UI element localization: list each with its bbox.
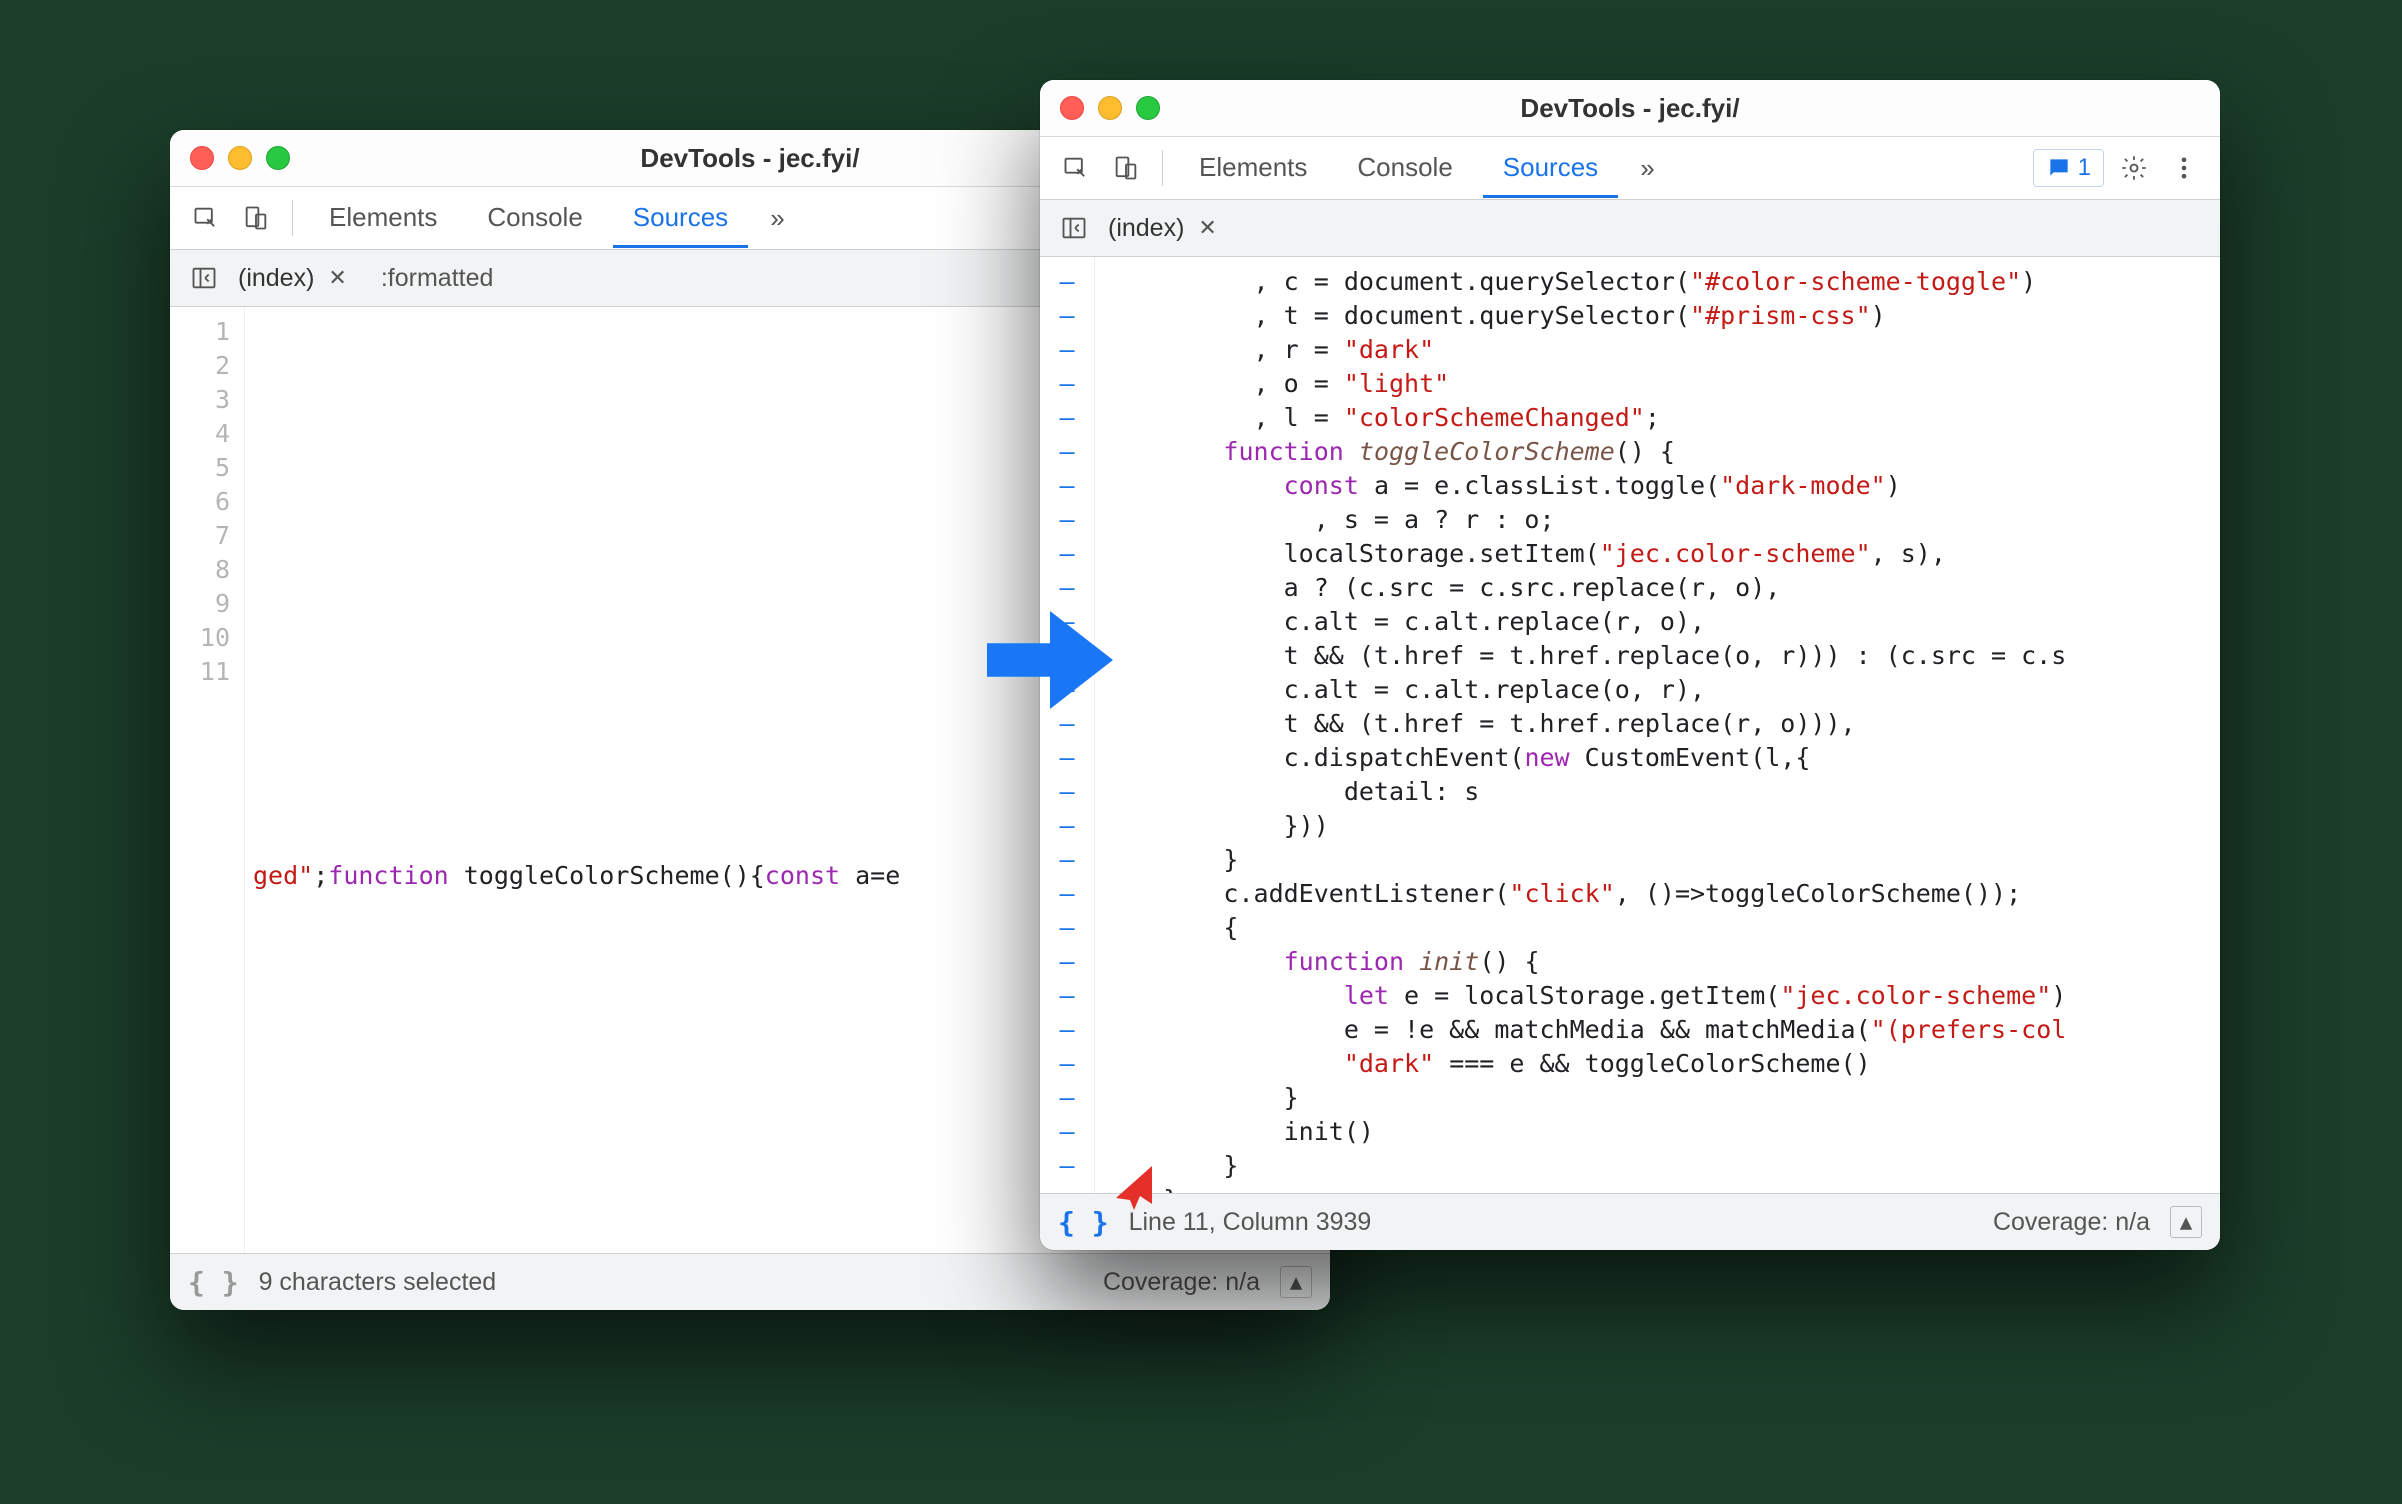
window-title: DevTools - jec.fyi/ [1040,93,2220,124]
code-line[interactable]: , r = "dark" [1103,333,2220,367]
code-line[interactable]: } [1103,843,2220,877]
status-bar: { } 9 characters selected Coverage: n/a … [170,1253,1330,1310]
code-line[interactable]: c.alt = c.alt.replace(o, r), [1103,673,2220,707]
code-line[interactable]: detail: s [1103,775,2220,809]
code-line[interactable]: { [1103,911,2220,945]
code-line[interactable]: c.addEventListener("click", ()=>toggleCo… [1103,877,2220,911]
annotation-arrow-pointer [1110,1160,1160,1210]
issues-count: 1 [2078,154,2091,182]
file-tab-row: (index) ✕ [1040,200,2220,257]
annotation-arrow-right [980,590,1120,730]
inspect-icon[interactable] [1056,148,1096,188]
close-file-icon[interactable]: ✕ [324,261,350,295]
divider [1162,150,1163,186]
file-tab-label: (index) [1108,214,1184,243]
code-line[interactable]: , t = document.querySelector("#prism-css… [1103,299,2220,333]
traffic-lights [1060,96,1160,120]
code-line[interactable]: c.alt = c.alt.replace(r, o), [1103,605,2220,639]
zoom-window-icon[interactable] [1136,96,1160,120]
collapse-panel-icon[interactable]: ▴ [1280,1266,1312,1298]
code-line[interactable]: function init() { [1103,945,2220,979]
settings-gear-icon[interactable] [2114,148,2154,188]
code-line[interactable]: init() [1103,1115,2220,1149]
code-editor[interactable]: –––––––––––––––––––––––––––– , c = docum… [1040,257,2220,1193]
minimize-window-icon[interactable] [228,146,252,170]
line-gutter: 1234567891011 [170,307,245,1253]
code-line[interactable]: a ? (c.src = c.src.replace(r, o), [1103,571,2220,605]
code-line[interactable]: e = !e && matchMedia && matchMedia("(pre… [1103,1013,2220,1047]
code-line[interactable]: c.dispatchEvent(new CustomEvent(l,{ [1103,741,2220,775]
tab-elements[interactable]: Elements [1179,138,1327,198]
divider [292,200,293,236]
more-tabs-icon[interactable]: » [758,195,796,242]
device-toggle-icon[interactable] [1106,148,1146,188]
tab-elements[interactable]: Elements [309,188,457,248]
device-toggle-icon[interactable] [236,198,276,238]
code-line[interactable]: } [1103,1081,2220,1115]
kebab-menu-icon[interactable] [2164,148,2204,188]
close-window-icon[interactable] [190,146,214,170]
status-selection: 9 characters selected [259,1268,497,1297]
minimize-window-icon[interactable] [1098,96,1122,120]
collapse-panel-icon[interactable]: ▴ [2170,1206,2202,1238]
devtools-window-right: DevTools - jec.fyi/ Elements Console Sou… [1040,80,2220,1250]
code-line[interactable]: })) [1103,809,2220,843]
code-line[interactable]: , s = a ? r : o; [1103,503,2220,537]
status-coverage: Coverage: n/a [1103,1268,1260,1297]
code-line[interactable]: t && (t.href = t.href.replace(r, o))), [1103,707,2220,741]
code-line[interactable]: localStorage.setItem("jec.color-scheme",… [1103,537,2220,571]
tab-console[interactable]: Console [467,188,602,248]
tab-console[interactable]: Console [1337,138,1472,198]
status-coverage: Coverage: n/a [1993,1208,2150,1237]
show-navigator-icon[interactable] [1054,208,1094,248]
file-tab-label: (index) [238,264,314,293]
close-window-icon[interactable] [1060,96,1084,120]
code-line[interactable]: function toggleColorScheme() { [1103,435,2220,469]
code-line[interactable]: t && (t.href = t.href.replace(o, r))) : … [1103,639,2220,673]
file-tab-index[interactable]: (index) ✕ [1108,211,1221,245]
devtools-tabbar: Elements Console Sources » 1 [1040,137,2220,200]
traffic-lights [190,146,290,170]
code-line[interactable]: const a = e.classList.toggle("dark-mode"… [1103,469,2220,503]
show-navigator-icon[interactable] [184,258,224,298]
code-line[interactable]: let e = localStorage.getItem("jec.color-… [1103,979,2220,1013]
code-line[interactable]: , o = "light" [1103,367,2220,401]
code-line[interactable]: } [1103,1183,2220,1193]
titlebar: DevTools - jec.fyi/ [1040,80,2220,137]
code-line[interactable]: } [1103,1149,2220,1183]
tab-sources[interactable]: Sources [1483,138,1618,198]
issues-button[interactable]: 1 [2033,149,2104,187]
file-tab-formatted[interactable]: :formatted [381,264,494,293]
code-line[interactable]: "dark" === e && toggleColorScheme() [1103,1047,2220,1081]
file-tab-index[interactable]: (index) ✕ [238,261,351,295]
code-area[interactable]: , c = document.querySelector("#color-sch… [1095,257,2220,1193]
code-line[interactable]: , l = "colorSchemeChanged"; [1103,401,2220,435]
code-line[interactable]: , c = document.querySelector("#color-sch… [1103,265,2220,299]
status-bar: { } Line 11, Column 3939 Coverage: n/a ▴ [1040,1193,2220,1250]
more-tabs-icon[interactable]: » [1628,145,1666,192]
pretty-print-button[interactable]: { } [1058,1206,1109,1239]
close-file-icon[interactable]: ✕ [1194,211,1220,245]
zoom-window-icon[interactable] [266,146,290,170]
pretty-print-button[interactable]: { } [188,1266,239,1299]
inspect-icon[interactable] [186,198,226,238]
tab-sources[interactable]: Sources [613,188,748,248]
status-cursor: Line 11, Column 3939 [1129,1208,1372,1237]
